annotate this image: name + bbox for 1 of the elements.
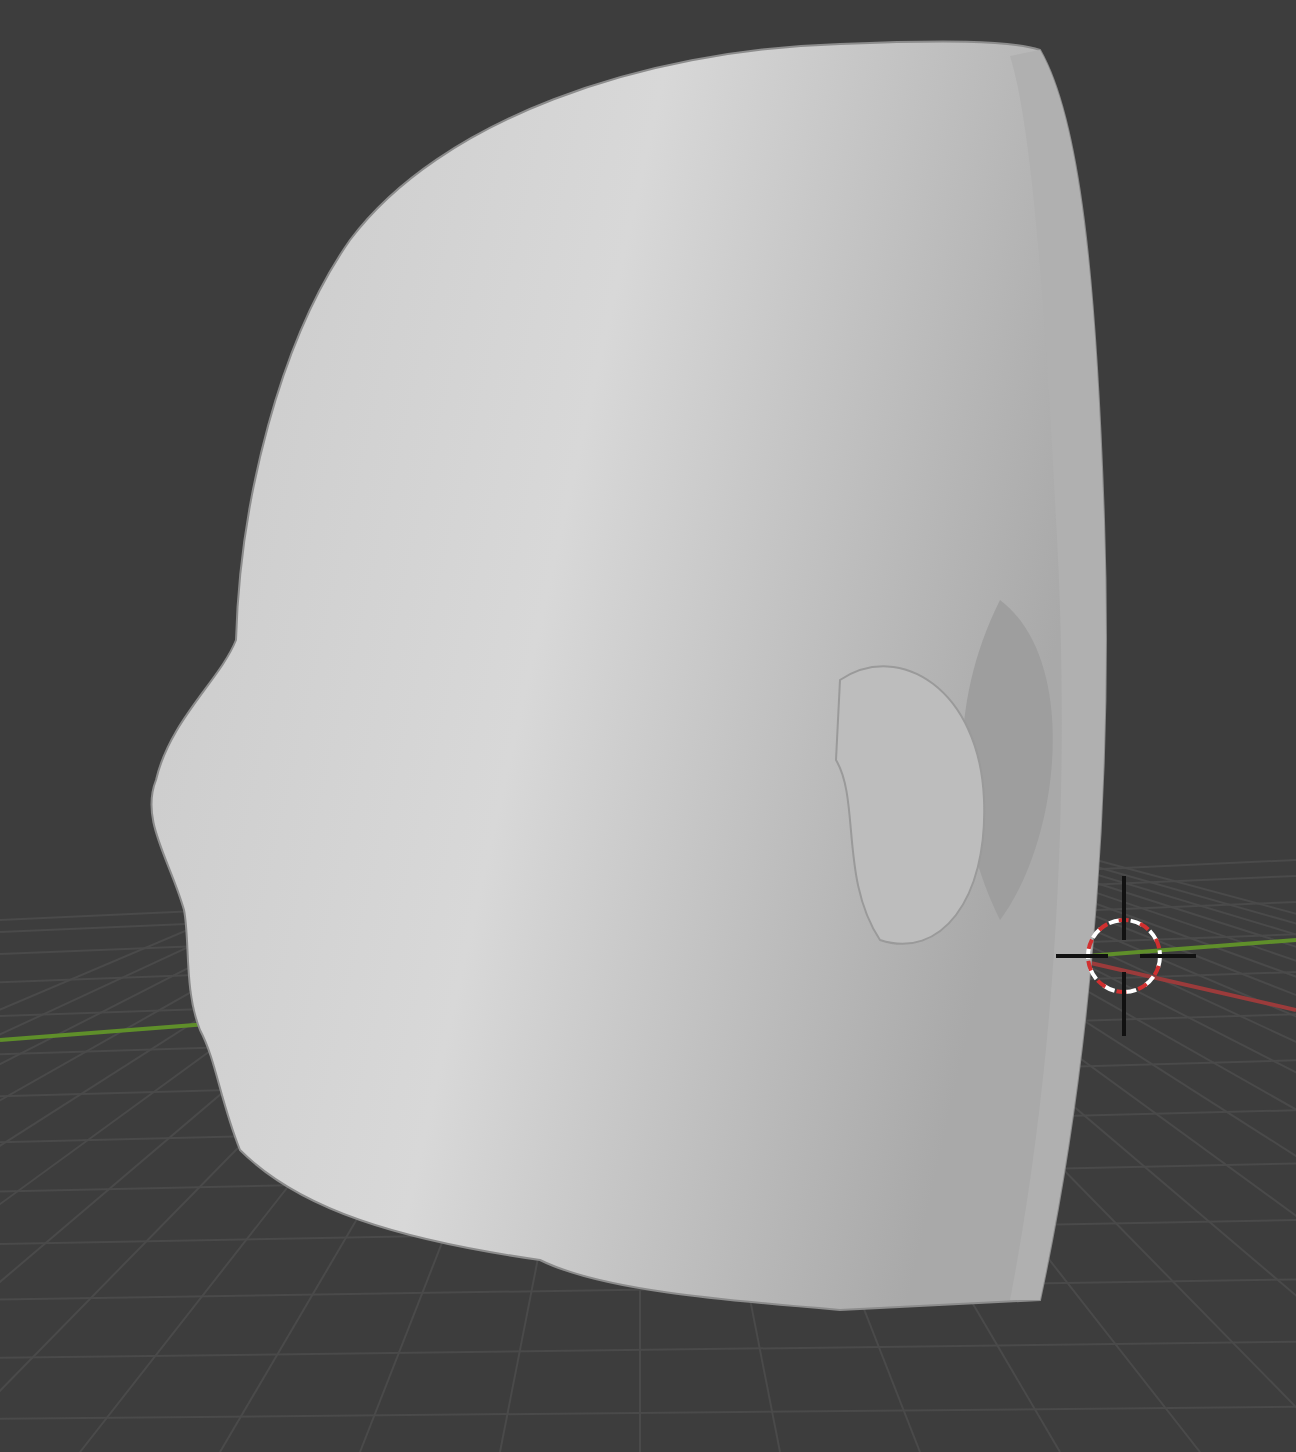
3d-cursor-icon xyxy=(1054,874,1198,1038)
